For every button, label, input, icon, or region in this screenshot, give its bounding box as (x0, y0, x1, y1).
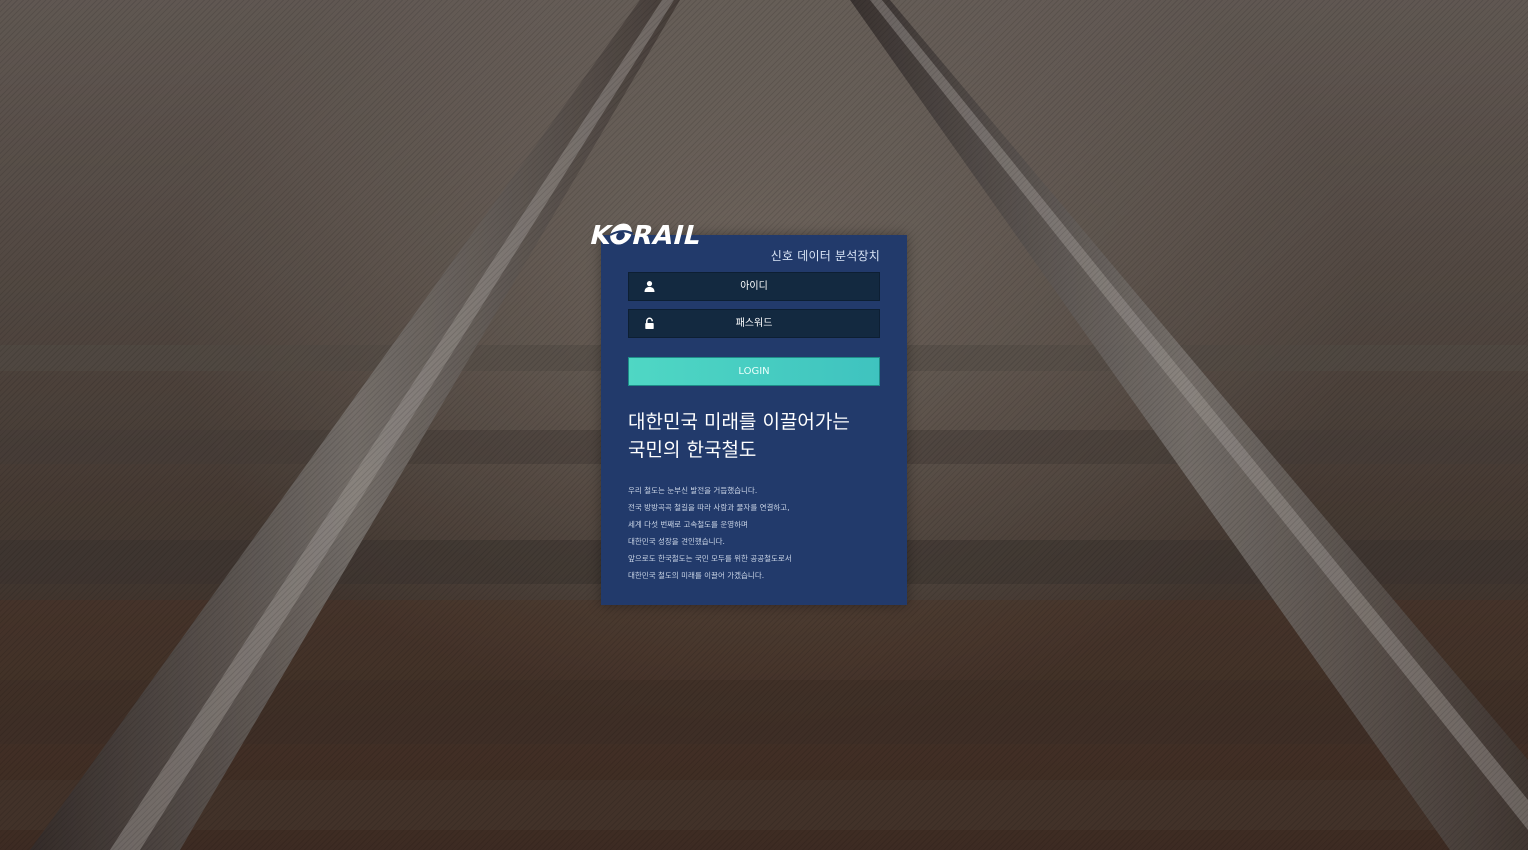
description-list: 우리 철도는 눈부신 발전을 거듭했습니다. 전국 방방곡곡 철길을 따라 사람… (628, 482, 792, 584)
login-panel: 신호 데이터 분석장치 LOGIN 대한민국 미래를 이끌어가는 국민의 한국철… (601, 235, 907, 605)
panel-subtitle: 신호 데이터 분석장치 (770, 249, 880, 263)
login-button[interactable]: LOGIN (628, 357, 880, 386)
description-line: 대한민국 성장을 견인했습니다. (628, 537, 725, 546)
headline-line-1: 대한민국 미래를 이끌어가는 (628, 411, 850, 433)
id-field[interactable] (628, 272, 880, 301)
korail-logo: K RAIL (587, 220, 705, 251)
description-line: 앞으로도 한국철도는 국민 모두를 위한 공공철도로서 (628, 554, 792, 563)
password-field[interactable] (628, 309, 880, 338)
password-input[interactable] (629, 310, 879, 337)
headline-line-2: 국민의 한국철도 (628, 439, 757, 461)
headline: 대한민국 미래를 이끌어가는 국민의 한국철도 (628, 408, 888, 464)
description-line: 세계 다섯 번째로 고속철도를 운영하며 (628, 520, 748, 529)
id-input[interactable] (629, 273, 879, 300)
description-line: 대한민국 철도의 미래를 이끌어 가겠습니다. (628, 571, 765, 580)
description-line: 전국 방방곡곡 철길을 따라 사람과 물자를 연결하고, (628, 503, 790, 512)
description-line: 우리 철도는 눈부신 발전을 거듭했습니다. (628, 486, 758, 495)
svg-text:RAIL: RAIL (629, 220, 705, 251)
